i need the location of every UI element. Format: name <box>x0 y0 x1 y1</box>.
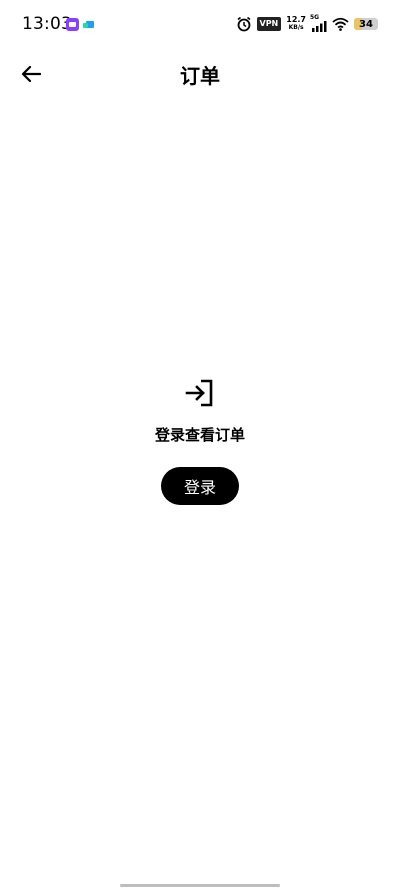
home-indicator[interactable] <box>120 884 280 887</box>
app-notification-icon <box>83 21 94 28</box>
header: 订单 <box>0 52 400 96</box>
vpn-badge: VPN <box>256 17 282 31</box>
wifi-icon <box>332 17 349 31</box>
status-bar: 13:03 VPN 12.7 KB/s 5G 34 <box>0 0 400 50</box>
page-title: 订单 <box>180 64 220 88</box>
login-button[interactable]: 登录 <box>161 467 239 505</box>
empty-state: 登录查看订单 登录 <box>0 378 400 505</box>
login-icon <box>185 379 213 407</box>
signal-icon: 5G <box>310 14 327 32</box>
messaging-app-icon <box>66 18 79 31</box>
network-speed: 12.7 KB/s <box>286 16 306 32</box>
battery-level: 34 <box>359 18 373 30</box>
battery-icon: 34 <box>354 18 378 30</box>
login-prompt: 登录查看订单 <box>154 426 245 444</box>
alarm-icon <box>237 16 250 32</box>
network-type-label: 5G <box>310 14 320 21</box>
status-indicators: VPN 12.7 KB/s 5G 34 <box>236 14 378 34</box>
network-speed-value: 12.7 <box>286 15 306 24</box>
network-speed-unit: KB/s <box>288 24 304 31</box>
status-time: 13:03 <box>22 14 72 34</box>
